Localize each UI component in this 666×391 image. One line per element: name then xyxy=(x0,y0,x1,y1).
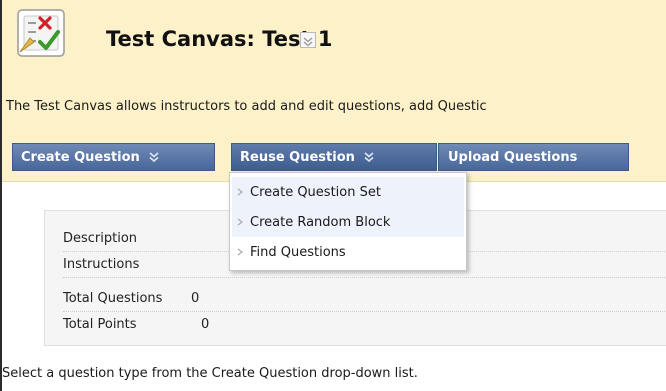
property-value: 0 xyxy=(201,316,210,332)
test-checklist-icon xyxy=(16,8,68,60)
property-row-total-points: Total Points 0 xyxy=(63,311,666,337)
double-chevron-down-icon xyxy=(148,151,160,163)
property-label: Instructions xyxy=(63,256,140,272)
property-row-total-questions: Total Questions 0 xyxy=(63,285,666,312)
property-value: 0 xyxy=(191,290,200,306)
reuse-question-label: Reuse Question xyxy=(240,149,355,165)
page-title: Test Canvas: Test 1 xyxy=(106,27,333,51)
create-question-button[interactable]: Create Question xyxy=(12,143,215,171)
chevron-right-icon xyxy=(236,187,244,197)
property-label: Total Questions xyxy=(63,290,163,306)
upload-questions-button[interactable]: Upload Questions xyxy=(438,143,629,171)
chevron-right-icon xyxy=(236,217,244,227)
create-question-label: Create Question xyxy=(21,149,140,165)
menu-item-create-random-block[interactable]: Create Random Block xyxy=(232,207,464,237)
menu-item-create-question-set[interactable]: Create Question Set xyxy=(232,177,464,207)
reuse-question-menu: Create Question Set Create Random Block … xyxy=(229,172,467,271)
menu-item-label: Create Question Set xyxy=(250,184,381,200)
reuse-question-button[interactable]: Reuse Question xyxy=(231,143,437,171)
upload-questions-label: Upload Questions xyxy=(448,149,578,165)
chevron-right-icon xyxy=(236,247,244,257)
menu-item-label: Create Random Block xyxy=(250,214,391,230)
instruction-hint: Select a question type from the Create Q… xyxy=(2,366,418,381)
property-label: Description xyxy=(63,230,138,246)
menu-item-label: Find Questions xyxy=(250,244,346,260)
property-label: Total Points xyxy=(63,316,137,332)
chevron-down-icon[interactable] xyxy=(300,32,316,48)
page-description: The Test Canvas allows instructors to ad… xyxy=(6,99,487,114)
menu-item-find-questions[interactable]: Find Questions xyxy=(232,237,464,267)
double-chevron-down-icon xyxy=(363,151,375,163)
